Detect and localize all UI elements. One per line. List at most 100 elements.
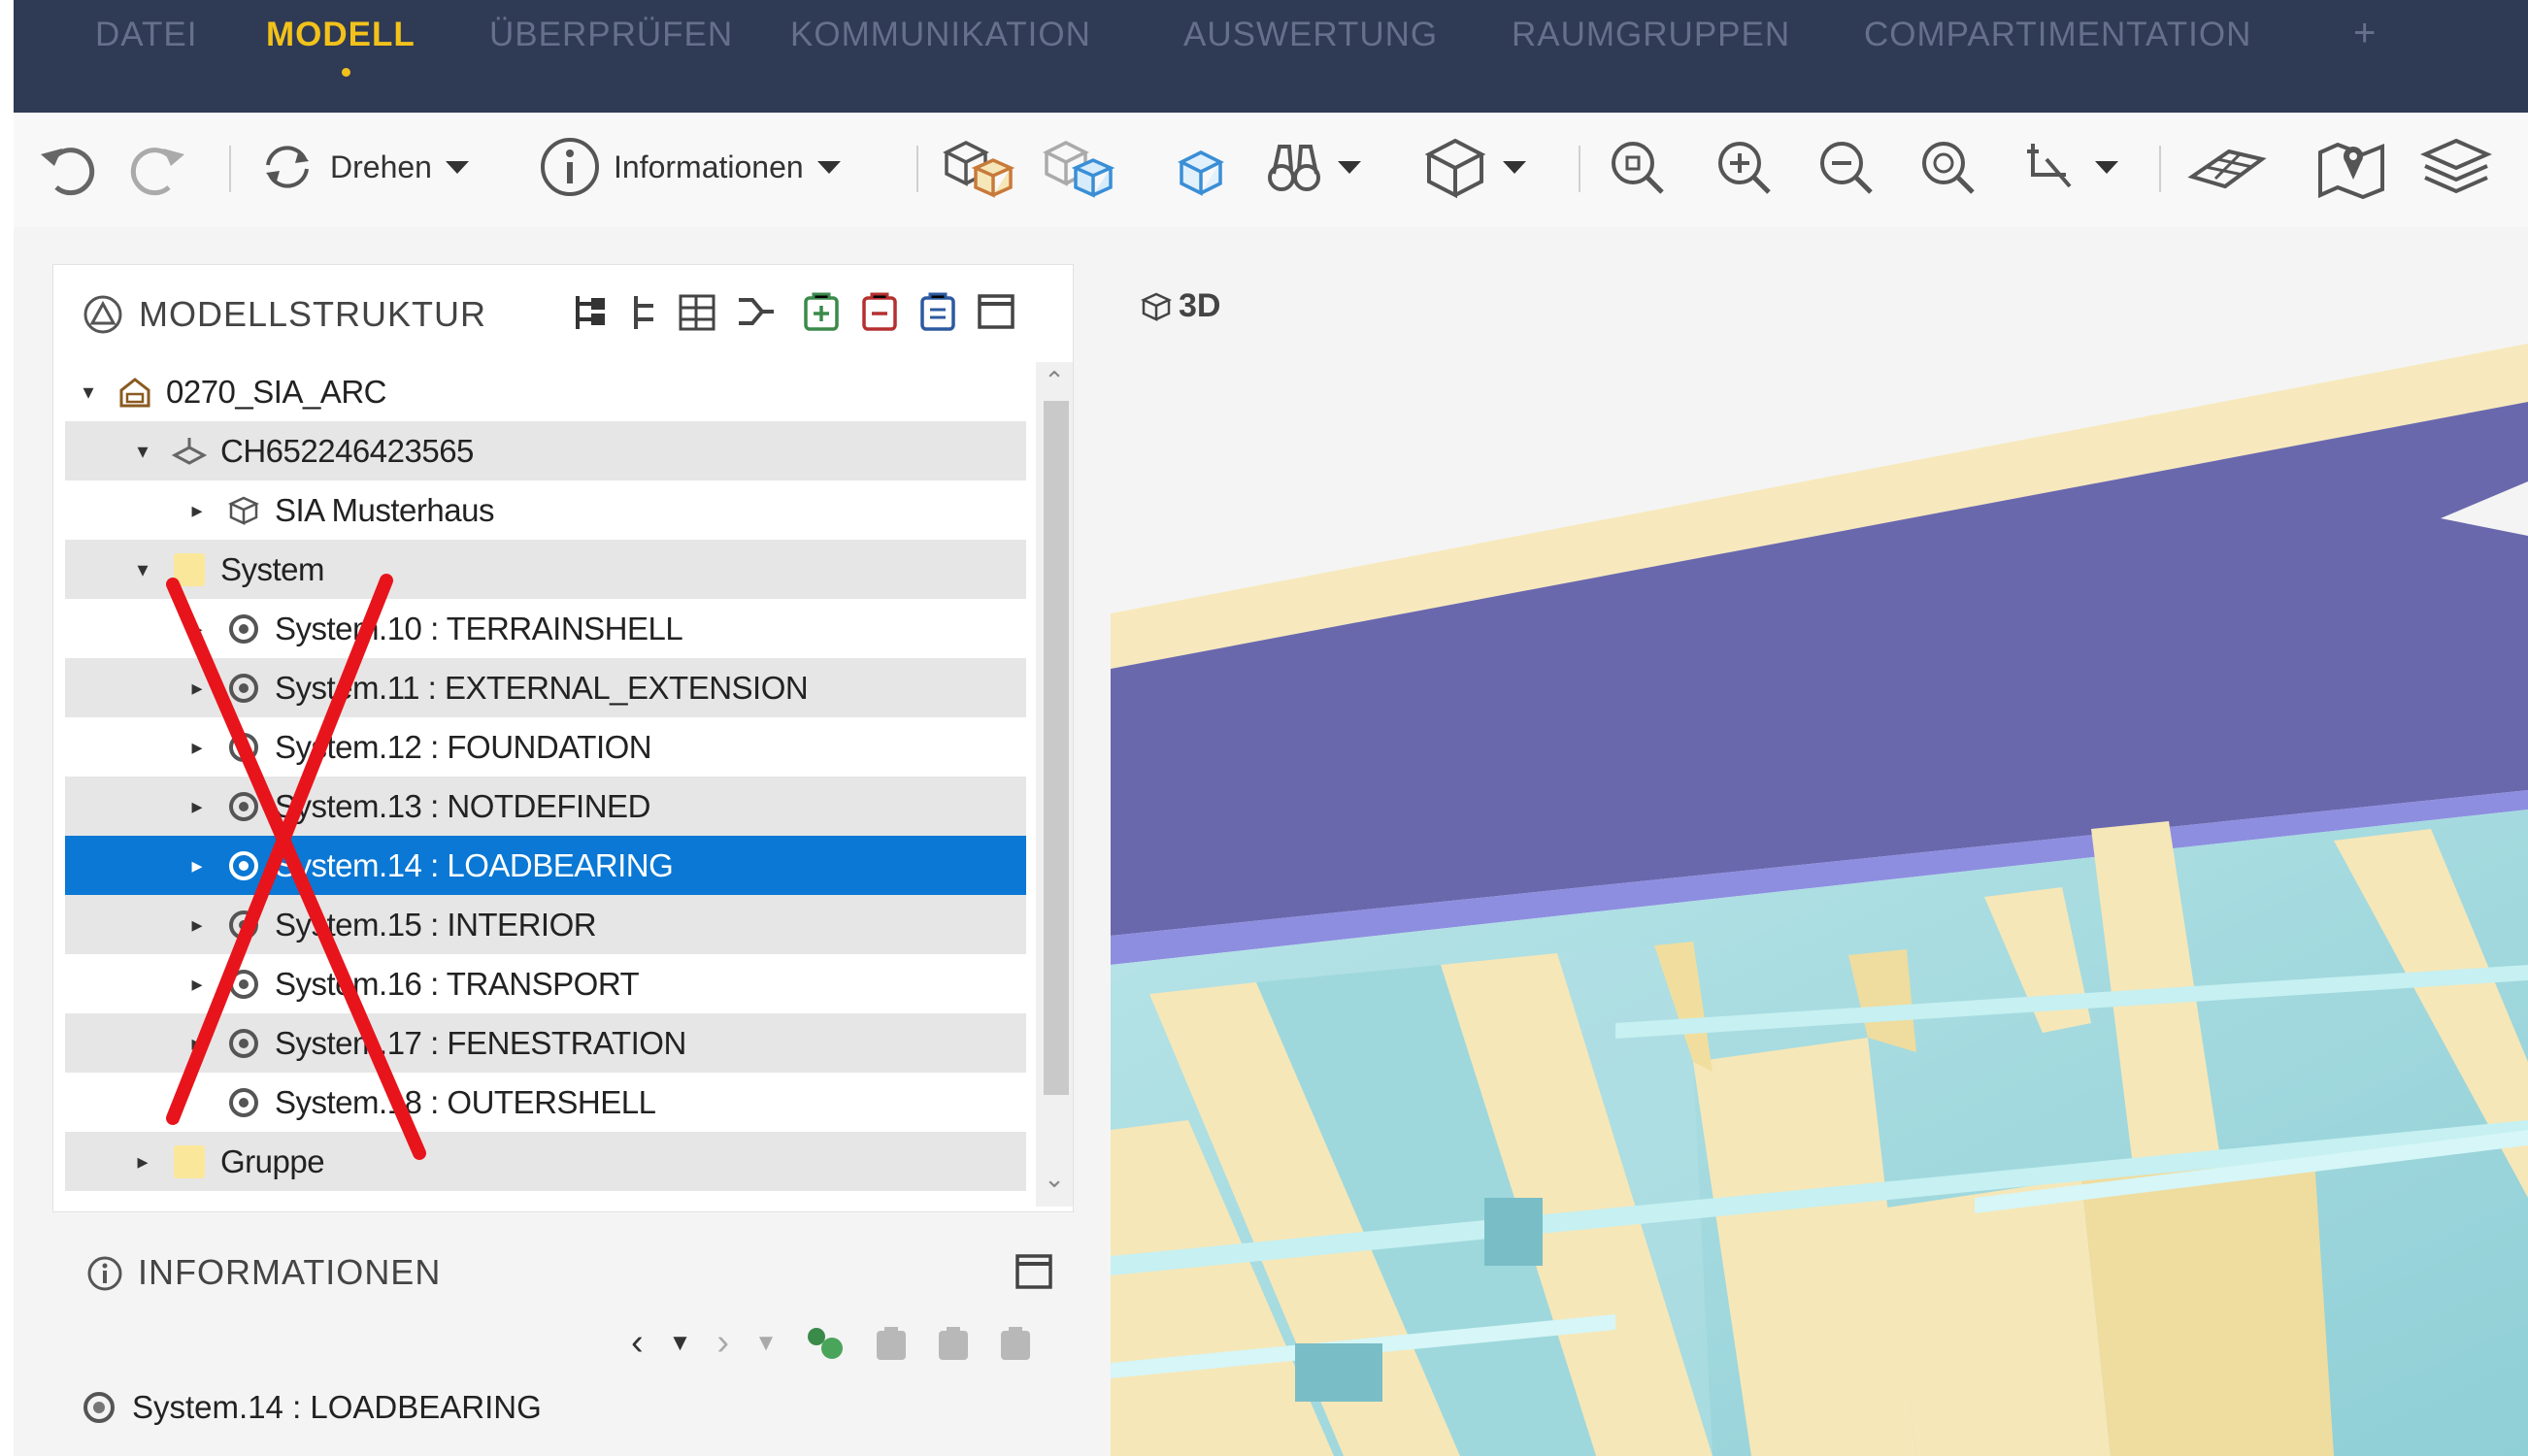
forward-icon[interactable]: › [716,1322,729,1364]
clipboard-icon[interactable] [935,1323,972,1364]
tree-row[interactable]: ▸ System.17 : FENESTRATION [65,1013,1026,1073]
system-icon [224,846,263,885]
chevron-down-icon [1503,160,1526,174]
spatial-tree-icon[interactable] [626,290,665,335]
information-title: INFORMATIONEN [138,1252,442,1292]
expand-toggle-icon[interactable]: ▸ [183,734,211,761]
collapse-toggle-icon[interactable]: ▾ [129,556,156,583]
hide-others-button[interactable] [1041,130,1118,204]
forward-history-caret[interactable]: ▼ [754,1330,778,1357]
chevron-down-icon [445,160,469,174]
information-dropdown[interactable]: Informationen [538,130,841,204]
system-icon [224,787,263,826]
model-structure-header: MODELLSTRUKTUR [53,265,1073,358]
tree-row-label: CH652246423565 [220,432,474,469]
menu-ueberpruefen[interactable]: ÜBERPRÜFEN [489,16,733,54]
expand-toggle-icon[interactable]: ▸ [183,675,211,702]
collapse-all-icon[interactable] [859,290,900,335]
layers-button[interactable] [2419,130,2493,204]
expand-toggle-icon[interactable]: ▸ [183,497,211,524]
tree-row[interactable]: ▸ System.10 : TERRAINSHELL [65,599,1026,658]
tree-row[interactable]: ▾ CH652246423565 [65,421,1026,480]
add-menu-button[interactable]: + [2353,12,2377,55]
expand-toggle-icon[interactable]: ▸ [183,793,211,820]
show-all-button[interactable] [941,130,1018,204]
menu-compartimentation[interactable]: COMPARTIMENTATION [1864,16,2251,54]
building-icon [116,373,154,412]
tree-row[interactable]: ▸ System.15 : INTERIOR [65,895,1026,954]
folder-icon [170,1142,209,1181]
redo-button[interactable] [122,130,190,204]
tree-scrollbar[interactable]: ⌃ ⌄ [1036,362,1073,1207]
selection-mode-dropdown[interactable] [1266,130,1361,204]
rotate-dropdown[interactable]: Drehen [256,130,469,204]
tree-row[interactable]: ▾ 0270_SIA_ARC [65,362,1026,421]
storey-tree-icon[interactable] [675,290,719,335]
back-history-caret[interactable]: ▼ [669,1330,692,1357]
expand-toggle-icon[interactable]: ▸ [183,615,211,643]
expand-toggle-icon[interactable]: ▸ [129,1148,156,1175]
zoom-fit-button[interactable] [1606,130,1668,204]
tree-row-label: SIA Musterhaus [275,491,494,528]
tree-row[interactable]: ▸ SIA Musterhaus [65,480,1026,540]
expand-toggle-icon[interactable]: ▸ [183,852,211,879]
section-plane-button[interactable] [2186,130,2268,204]
tree-row[interactable]: ▸ Gruppe [65,1132,1026,1191]
tree-row[interactable]: ▸ System.13 : NOTDEFINED [65,777,1026,836]
system-icon [224,728,263,767]
tree-row[interactable]: System.18 : OUTERSHELL [65,1073,1026,1132]
tree-row-label: 0270_SIA_ARC [166,373,386,410]
menu-modell[interactable]: MODELL [266,16,416,54]
maximize-panel-icon[interactable] [976,290,1016,331]
maximize-panel-icon[interactable] [1014,1250,1054,1291]
collapse-toggle-icon[interactable]: ▾ [75,379,102,406]
cube-outline-icon [1141,292,1172,321]
tree-row[interactable]: ▸ System.14 : LOADBEARING [65,836,1026,895]
menu-raumgruppen[interactable]: RAUMGRUPPEN [1512,16,1790,54]
measure-dropdown[interactable] [2023,130,2118,204]
expand-toggle-icon[interactable]: ▸ [183,911,211,939]
toolbar: Drehen Informationen [14,113,2528,227]
zoom-out-button[interactable] [1814,130,1877,204]
tree-row[interactable]: ▸ System.16 : TRANSPORT [65,954,1026,1013]
system-icon [224,610,263,648]
3d-view-title: 3D [1179,287,1221,324]
undo-button[interactable] [35,130,103,204]
tree-row-label: Gruppe [220,1142,325,1179]
folder-icon [170,550,209,589]
back-icon[interactable]: ‹ [631,1322,644,1364]
tree-row-label: System.18 : OUTERSHELL [275,1083,656,1120]
3d-model-render[interactable] [1111,227,2528,1456]
expand-toggle-icon[interactable]: ▸ [183,1030,211,1057]
tree-row[interactable]: ▸ System.11 : EXTERNAL_EXTENSION [65,658,1026,717]
filter-tree-icon[interactable] [917,290,958,335]
clipboard-icon[interactable] [997,1323,1034,1364]
tree-view-icon[interactable] [570,290,615,335]
layers-icon [2420,138,2492,194]
menu-datei[interactable]: DATEI [95,16,197,54]
zoom-window-icon [1922,142,1975,194]
zoom-in-button[interactable] [1713,130,1775,204]
section-plane-icon [2187,149,2267,189]
zoom-window-button[interactable] [1916,130,1979,204]
scroll-up-icon[interactable]: ⌃ [1036,366,1073,396]
active-menu-indicator [342,68,350,77]
map-button[interactable] [2314,130,2388,204]
related-objects-icon[interactable] [803,1323,848,1364]
expand-toggle-icon[interactable]: ▸ [183,971,211,998]
classification-tree-icon[interactable] [733,290,778,335]
selected-item-label: System.14 : LOADBEARING [132,1389,542,1425]
clipboard-icon[interactable] [873,1323,910,1364]
menu-auswertung[interactable]: AUSWERTUNG [1183,16,1438,54]
empty-toggle [183,1089,211,1116]
menu-kommunikation[interactable]: KOMMUNIKATION [790,16,1091,54]
scroll-down-icon[interactable]: ⌄ [1036,1164,1073,1194]
collapse-toggle-icon[interactable]: ▾ [129,438,156,465]
scroll-thumb[interactable] [1044,401,1069,1095]
tree-row[interactable]: ▾ System [65,540,1026,599]
expand-all-icon[interactable] [801,290,842,335]
tree-row[interactable]: ▸ System.12 : FOUNDATION [65,717,1026,777]
isolate-button[interactable] [1174,130,1228,204]
view-cube-dropdown[interactable] [1421,130,1526,204]
3d-viewport[interactable]: 3D [1111,227,2528,1456]
